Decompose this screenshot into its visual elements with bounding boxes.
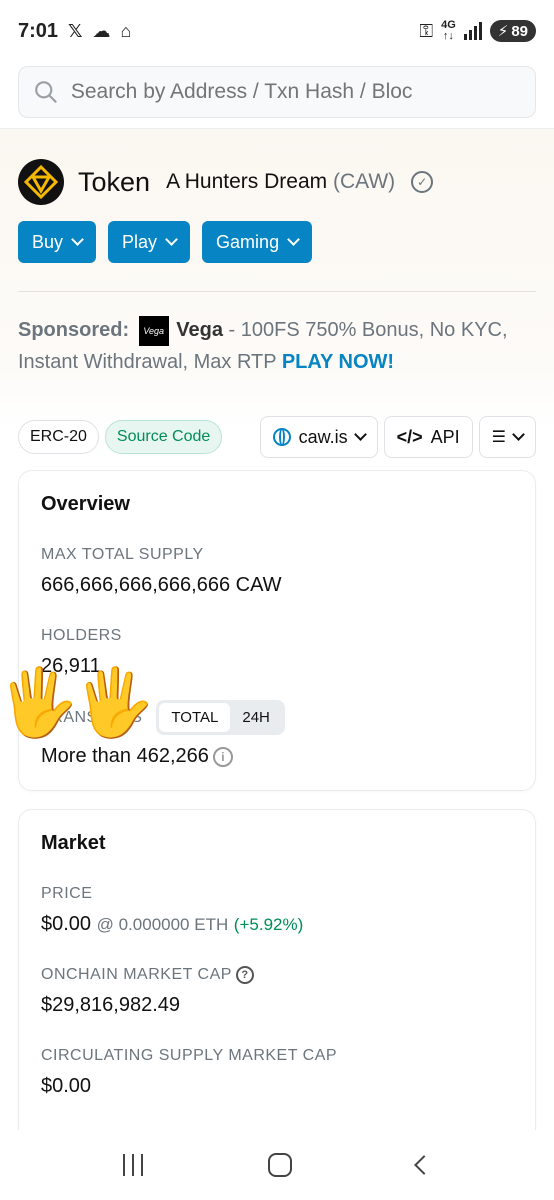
- market-title: Market: [41, 832, 106, 854]
- price-row: $0.00 @ 0.000000 ETH (+5.92%): [41, 913, 513, 936]
- mcap-value: $29,816,982.49: [41, 994, 181, 1017]
- checklist-icon: ☰: [491, 429, 506, 446]
- price-value: $0.00: [41, 913, 92, 935]
- erc20-badge: ERC-20: [18, 420, 99, 454]
- gaming-button[interactable]: Gaming: [202, 221, 313, 263]
- status-time: 7:01: [18, 19, 59, 42]
- circ-mcap-label: CIRCULATING SUPPLY MARKET CAP: [41, 1047, 338, 1065]
- price-label: PRICE: [41, 885, 93, 902]
- token-header: Token A Hunters Dream (CAW) ✓: [18, 129, 536, 205]
- market-card: Market PRICE $0.00 @ 0.000000 ETH (+5.92…: [18, 809, 536, 1149]
- sponsored-label: Sponsored:: [18, 319, 130, 341]
- sponsor-logo: Vega: [138, 315, 169, 346]
- api-label: API: [430, 426, 460, 447]
- max-supply-value: 666,666,666,666,666 CAW: [41, 574, 282, 596]
- battery-icon: ⚡: [497, 23, 509, 40]
- sponsored-banner[interactable]: Sponsored: Vega Vega - 100FS 750% Bonus,…: [18, 314, 536, 378]
- buy-label: Buy: [32, 231, 64, 252]
- status-right: ⚿ 4G ↑↓ ⚡ 89: [419, 20, 536, 42]
- website-label: caw.is: [298, 426, 348, 447]
- chevron-down-icon: [165, 233, 178, 246]
- status-bar: 7:01 𝕏 ☁ ⌂ ⚿ 4G ↑↓ ⚡ 89: [0, 0, 554, 62]
- transfers-period-toggle: TOTAL 24H: [156, 700, 285, 735]
- globe-icon: [272, 428, 291, 446]
- waving-hand-emoji-right: 🖐️: [73, 665, 156, 739]
- sponsor-cta-link[interactable]: PLAY NOW!: [282, 351, 394, 373]
- status-left: 7:01 𝕏 ☁ ⌂: [18, 20, 131, 43]
- mcap-label-row: ONCHAIN MARKET CAP?: [41, 966, 513, 984]
- battery-level: 89: [511, 22, 528, 40]
- buy-button[interactable]: Buy: [18, 221, 97, 263]
- token-name: A Hunters Dream (CAW): [166, 170, 395, 194]
- chevron-down-icon: [71, 233, 84, 246]
- key-icon: ⚿: [419, 20, 434, 41]
- api-button[interactable]: </> API: [383, 416, 473, 458]
- token-logo: [18, 159, 64, 205]
- signal-icon: [463, 22, 482, 40]
- page-title: Token: [78, 166, 151, 197]
- back-icon[interactable]: [414, 1155, 435, 1175]
- search-bar-container: [0, 62, 554, 129]
- price-eth: @ 0.000000 ETH: [96, 915, 229, 934]
- website-dropdown[interactable]: caw.is: [259, 416, 378, 458]
- transfers-value-text: More than 462,266: [41, 745, 209, 767]
- holders-label: HOLDERS: [41, 627, 122, 644]
- cloud-icon: ☁: [92, 20, 111, 41]
- search-input[interactable]: [70, 80, 521, 104]
- play-label: Play: [122, 231, 158, 252]
- more-options-dropdown[interactable]: ☰: [478, 416, 536, 458]
- android-nav-bar: [0, 1130, 554, 1200]
- mcap-label: ONCHAIN MARKET CAP: [41, 966, 232, 984]
- app-notification-icon: ⌂: [120, 20, 132, 41]
- verified-check-icon: ✓: [411, 171, 434, 193]
- divider: [18, 291, 536, 292]
- token-meta-row: ERC-20 Source Code caw.is </> API ☰: [18, 416, 536, 458]
- recent-apps-icon[interactable]: [122, 1154, 143, 1176]
- toggle-total[interactable]: TOTAL: [159, 703, 231, 732]
- overview-title: Overview: [41, 493, 130, 515]
- network-type: 4G ↑↓: [441, 19, 456, 42]
- info-icon[interactable]: i: [212, 746, 233, 767]
- toggle-24h[interactable]: 24H: [230, 703, 282, 732]
- search-box[interactable]: [18, 66, 536, 118]
- overview-card: Overview MAX TOTAL SUPPLY 666,666,666,66…: [0, 470, 536, 791]
- page-content: Token A Hunters Dream (CAW) ✓ Buy Play G…: [0, 129, 554, 1149]
- search-icon: [35, 81, 57, 103]
- chevron-down-icon: [287, 233, 300, 246]
- source-code-badge[interactable]: Source Code: [104, 420, 223, 454]
- chevron-down-icon: [512, 428, 525, 441]
- play-button[interactable]: Play: [108, 221, 191, 263]
- gaming-label: Gaming: [216, 231, 280, 252]
- home-icon[interactable]: [267, 1153, 292, 1177]
- token-name-text: A Hunters Dream: [166, 170, 328, 193]
- cta-row: Buy Play Gaming: [18, 221, 536, 263]
- sponsor-brand: Vega: [176, 319, 223, 341]
- circ-mcap-value: $0.00: [41, 1075, 92, 1098]
- network-label: 4G: [441, 19, 456, 31]
- max-supply-label: MAX TOTAL SUPPLY: [41, 546, 204, 563]
- battery-indicator: ⚡ 89: [489, 20, 536, 42]
- help-icon[interactable]: ?: [235, 966, 254, 984]
- token-symbol: (CAW): [332, 170, 396, 193]
- price-change: (+5.92%): [233, 915, 304, 934]
- chevron-down-icon: [353, 428, 367, 441]
- waving-hand-emoji-left: 🖐️: [0, 665, 80, 739]
- x-app-icon: 𝕏: [68, 20, 83, 41]
- code-icon: </>: [396, 426, 423, 447]
- transfers-value: More than 462,266 i: [41, 745, 513, 768]
